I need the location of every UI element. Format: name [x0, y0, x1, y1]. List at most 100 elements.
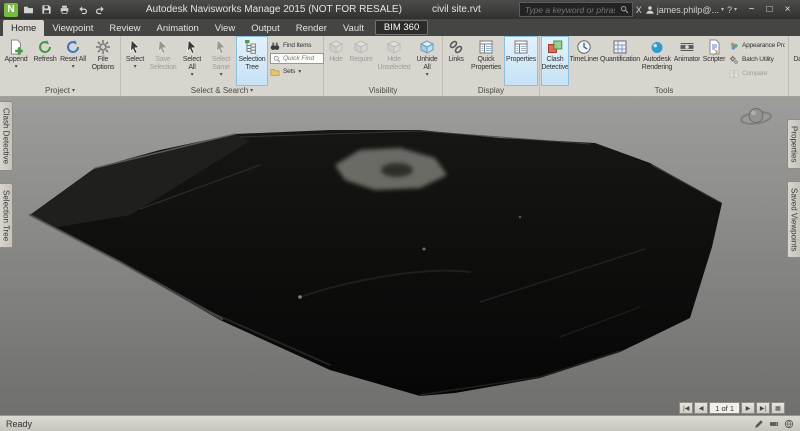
cube-icon: [328, 39, 344, 55]
previous-sheet-button[interactable]: ◀: [694, 402, 709, 414]
select-button[interactable]: Select ▾: [122, 36, 148, 86]
dock-tab-selection-tree[interactable]: Selection Tree: [0, 183, 13, 249]
chevron-down-icon: ▾: [190, 72, 194, 78]
script-icon: [706, 39, 722, 55]
selection-tree-button[interactable]: Selection Tree: [236, 36, 268, 86]
refresh-icon: [37, 39, 53, 55]
tab-bim-360[interactable]: BIM 360: [374, 20, 429, 35]
hide-unselected-button[interactable]: Hide Unselected: [375, 36, 413, 86]
clash-detective-button[interactable]: Clash Detective: [541, 36, 569, 86]
cursor-icon: [127, 39, 143, 55]
tab-animation[interactable]: Animation: [149, 20, 207, 36]
clock-icon: [576, 39, 592, 55]
save-icon[interactable]: [39, 2, 54, 17]
sign-in-menu[interactable]: james.philp@... ▾: [645, 5, 724, 15]
close-button[interactable]: ×: [779, 2, 796, 17]
first-sheet-button[interactable]: |◀: [679, 402, 694, 414]
chevron-down-icon: ▾: [720, 7, 724, 13]
chain-icon: [448, 39, 464, 55]
search-icon[interactable]: [620, 5, 629, 14]
film-icon: [679, 39, 695, 55]
open-icon[interactable]: [21, 2, 36, 17]
render-icon: [649, 39, 665, 55]
ribbon-panel-tools: Clash Detective TimeLiner Quantification…: [540, 36, 789, 96]
gears-icon: [729, 55, 739, 65]
appearance-profiler-button[interactable]: Appearance Profiler: [729, 39, 785, 52]
reset-all-button[interactable]: Reset All ▾: [59, 36, 87, 86]
next-sheet-button[interactable]: ▶: [741, 402, 755, 414]
minimize-button[interactable]: −: [743, 2, 760, 17]
file-options-button[interactable]: File Options: [87, 36, 119, 86]
dock-tab-properties[interactable]: Properties: [787, 119, 800, 170]
quantification-button[interactable]: Quantification: [599, 36, 641, 86]
tab-render[interactable]: Render: [288, 20, 335, 36]
quick-find-button[interactable]: Quick Find: [270, 53, 324, 64]
panel-caption-select-search[interactable]: Select & Search ▾: [121, 86, 323, 95]
3d-viewport[interactable]: Clash Detective Selection Tree Propertie…: [0, 97, 800, 415]
dock-tab-clash-detective[interactable]: Clash Detective: [0, 101, 13, 172]
sheet-page-indicator: 1 of 1: [709, 402, 740, 414]
tab-home[interactable]: Home: [3, 20, 45, 36]
site-model-terrain[interactable]: [0, 97, 800, 415]
append-button[interactable]: Append ▾: [1, 36, 31, 86]
quick-properties-button[interactable]: Quick Properties: [468, 36, 504, 86]
ribbon-panel-datatools: DataTools: [789, 36, 800, 96]
links-button[interactable]: Links: [444, 36, 468, 86]
undo-icon[interactable]: [75, 2, 90, 17]
status-bar: Ready: [0, 415, 800, 431]
panel-caption-project[interactable]: Project ▾: [0, 86, 120, 95]
chevron-down-icon: ▾: [733, 7, 737, 13]
tab-review[interactable]: Review: [101, 20, 148, 36]
datatools-button[interactable]: DataTools: [790, 36, 800, 86]
animator-button[interactable]: Animator: [673, 36, 701, 86]
tab-output[interactable]: Output: [243, 20, 288, 36]
require-button[interactable]: Require: [347, 36, 375, 86]
tab-viewpoint[interactable]: Viewpoint: [44, 20, 101, 36]
autodesk-rendering-button[interactable]: Autodesk Rendering: [641, 36, 673, 86]
navisworks-logo[interactable]: N: [4, 2, 18, 17]
scripter-button[interactable]: Scripter: [701, 36, 727, 86]
cube-icon: [353, 39, 369, 55]
unhide-all-button[interactable]: Unhide All ▾: [413, 36, 441, 86]
search-input[interactable]: [522, 3, 617, 16]
exchange-apps-icon[interactable]: X: [636, 5, 642, 15]
cube-icon: [386, 39, 402, 55]
batch-utility-button[interactable]: Batch Utility: [729, 53, 785, 66]
refresh-button[interactable]: Refresh: [31, 36, 59, 86]
chevron-down-icon: ▾: [219, 72, 223, 78]
properties-icon: [478, 39, 494, 55]
compare-button[interactable]: Compare: [729, 67, 785, 80]
panel-caption-visibility: Visibility: [368, 86, 398, 95]
cursor-icon: [213, 39, 229, 55]
sets-button[interactable]: Sets ▾: [270, 65, 320, 78]
tab-vault[interactable]: Vault: [335, 20, 372, 36]
dock-tab-saved-viewpoints[interactable]: Saved Viewpoints: [787, 181, 800, 259]
palette-icon: [729, 41, 739, 51]
ribbon-panel-project: Append ▾ Refresh Reset All ▾ File Option…: [0, 36, 121, 96]
tab-view[interactable]: View: [207, 20, 243, 36]
select-all-button[interactable]: Select All ▾: [178, 36, 206, 86]
ribbon-tab-bar: Home Viewpoint Review Animation View Out…: [0, 19, 800, 36]
help-menu[interactable]: ? ▾: [727, 5, 737, 15]
find-items-button[interactable]: Find Items: [270, 39, 320, 52]
hide-button[interactable]: Hide: [325, 36, 347, 86]
clash-icon: [547, 39, 563, 55]
redo-icon[interactable]: [93, 2, 108, 17]
user-icon: [645, 5, 655, 15]
title-bar: N Autodesk Navisworks Manage 2015 (NOT F…: [0, 0, 800, 19]
compare-icon: [729, 69, 739, 79]
navigation-gizmo[interactable]: [736, 102, 776, 134]
gear-icon: [95, 39, 111, 55]
last-sheet-button[interactable]: ▶|: [756, 402, 770, 414]
maximize-button[interactable]: □: [761, 2, 778, 17]
print-icon[interactable]: [57, 2, 72, 17]
append-icon: [8, 39, 24, 55]
save-selection-button[interactable]: Save Selection: [148, 36, 178, 86]
ribbon-panel-display: Links Quick Properties Properties Displa…: [443, 36, 540, 96]
chevron-down-icon: ▾: [425, 72, 429, 78]
sheet-browser-button[interactable]: ▦: [771, 402, 785, 414]
select-same-button[interactable]: Select Same ▾: [206, 36, 236, 86]
timeliner-button[interactable]: TimeLiner: [569, 36, 599, 86]
account-label: james.philp@...: [656, 4, 719, 15]
properties-button[interactable]: Properties: [504, 36, 538, 86]
